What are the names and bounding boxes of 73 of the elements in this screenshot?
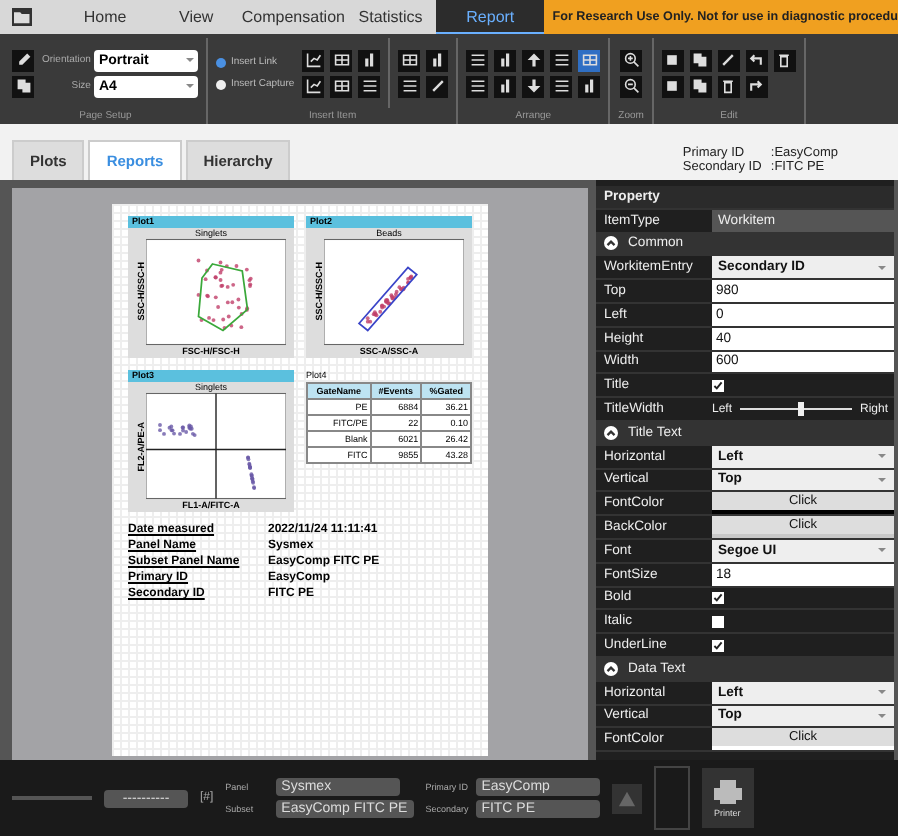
menu-tab[interactable]: View xyxy=(150,0,242,34)
copy-icon xyxy=(692,78,709,94)
copy-icon xyxy=(692,52,709,68)
toolbar-button[interactable] xyxy=(330,49,353,71)
toolbar-button[interactable] xyxy=(522,75,545,97)
toolbar-button[interactable] xyxy=(358,75,381,97)
copy-icon xyxy=(15,78,31,94)
square-icon xyxy=(664,52,681,68)
toolbar-button[interactable] xyxy=(717,75,740,97)
toolbar-button[interactable] xyxy=(494,75,517,97)
chart-icon xyxy=(305,78,322,94)
toolbar-button[interactable] xyxy=(661,49,684,71)
zoom-in-icon xyxy=(623,52,640,68)
toolbar-button[interactable] xyxy=(398,75,421,97)
toolbar-button[interactable] xyxy=(522,49,545,71)
redo-icon xyxy=(748,78,765,94)
collapse-icon[interactable] xyxy=(604,425,618,440)
checkbox[interactable] xyxy=(712,591,724,604)
note-icon xyxy=(15,52,31,68)
warning-icon[interactable] xyxy=(611,783,642,813)
toolbar-button[interactable] xyxy=(12,75,34,97)
toolbar-button[interactable] xyxy=(398,49,421,71)
toolbar-button[interactable] xyxy=(620,49,643,71)
table-icon xyxy=(333,52,350,68)
folder-icon[interactable] xyxy=(12,8,32,26)
toolbar-button[interactable] xyxy=(550,75,573,97)
zoom-out-icon xyxy=(623,78,640,94)
toolbar-button[interactable] xyxy=(466,75,489,97)
toolbar-button[interactable] xyxy=(689,75,712,97)
chart-icon xyxy=(305,52,322,68)
toolbar-button[interactable] xyxy=(358,49,381,71)
toolbar-button[interactable] xyxy=(661,75,684,97)
toolbar-button[interactable] xyxy=(302,75,325,97)
toolbar-button[interactable] xyxy=(12,49,34,71)
toolbar-button[interactable] xyxy=(620,75,643,97)
list-icon xyxy=(361,78,378,94)
bar-icon xyxy=(361,52,378,68)
undo-icon xyxy=(748,52,765,68)
scatter-plot-drawing xyxy=(146,238,286,346)
checkbox[interactable] xyxy=(712,379,724,392)
toolbar-button[interactable] xyxy=(302,49,325,71)
toolbar-button[interactable] xyxy=(578,49,601,71)
collapse-icon[interactable] xyxy=(604,236,618,251)
toolbar-button[interactable] xyxy=(773,49,796,71)
toolbar-button[interactable] xyxy=(745,49,768,71)
toolbar-button[interactable] xyxy=(330,75,353,97)
checkbox[interactable] xyxy=(712,615,724,628)
menu-tab[interactable]: Report xyxy=(436,0,545,34)
scatter-plot-drawing xyxy=(324,238,464,346)
toolbar-button[interactable] xyxy=(466,49,489,71)
arrow-down-icon xyxy=(525,78,542,94)
toolbar-button[interactable] xyxy=(426,75,449,97)
toolbar-button[interactable] xyxy=(578,75,601,97)
menu-tab[interactable]: Home xyxy=(59,0,151,34)
slider-thumb[interactable] xyxy=(798,402,805,417)
square-icon xyxy=(664,78,681,94)
checkbox[interactable] xyxy=(712,639,724,652)
status-panel xyxy=(653,766,690,830)
toolbar-button[interactable] xyxy=(717,49,740,71)
menu-tab[interactable]: Compensation xyxy=(241,0,345,34)
toolbar-button[interactable] xyxy=(494,49,517,71)
menu-tab[interactable]: Statistics xyxy=(344,0,437,34)
toolbar-button[interactable] xyxy=(689,49,712,71)
table-icon xyxy=(333,78,350,94)
line-icon xyxy=(429,78,446,94)
toolbar-button[interactable] xyxy=(426,49,449,71)
collapse-icon[interactable] xyxy=(604,661,618,676)
arrow-up-icon xyxy=(525,52,542,68)
toolbar-button[interactable] xyxy=(745,75,768,97)
delete-icon xyxy=(776,52,793,68)
scatter-plot-drawing xyxy=(146,392,286,500)
grid-icon xyxy=(581,52,598,68)
toolbar-button[interactable] xyxy=(550,49,573,71)
